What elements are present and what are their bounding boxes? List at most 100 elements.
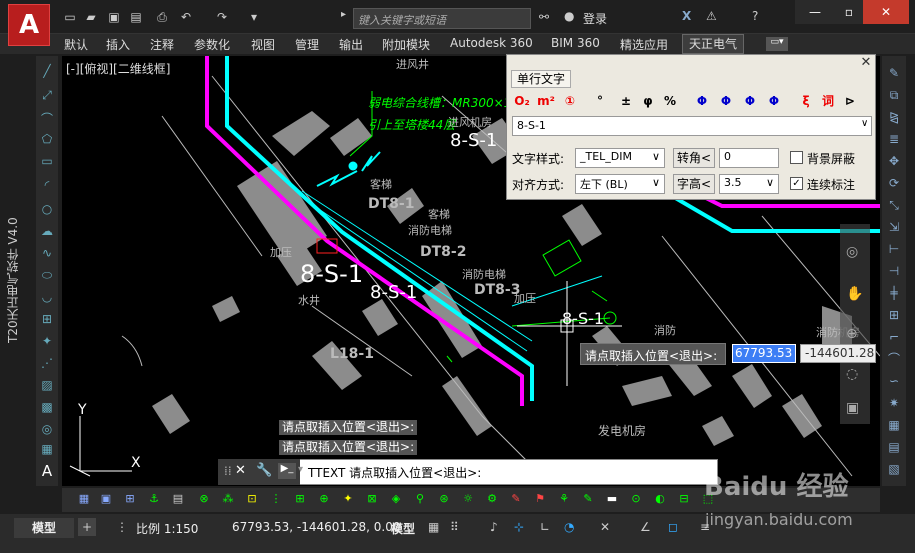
properties-icon[interactable]: ▤ xyxy=(884,438,904,456)
make-block-icon[interactable]: ✦ xyxy=(38,332,56,350)
trim-icon[interactable]: ⊢ xyxy=(884,240,904,258)
symbol-steel-4[interactable]: Φ xyxy=(765,93,783,109)
command-input[interactable]: TTEXT 请点取插入位置<退出>: xyxy=(308,464,481,481)
model-space-toggle[interactable]: 模型 xyxy=(391,520,415,537)
toolbar-icon[interactable]: ◈ xyxy=(388,491,404,507)
minimize-button[interactable]: — xyxy=(795,0,835,24)
polar-icon[interactable]: ◔ xyxy=(564,520,574,534)
rectangle-icon[interactable]: ▭ xyxy=(38,152,56,170)
tab-annotate[interactable]: 注释 xyxy=(150,36,174,53)
scale-selector[interactable]: 比例 1:150 xyxy=(136,520,198,537)
app-menu-button[interactable]: A xyxy=(8,4,50,46)
polyline-icon[interactable]: ⌒ xyxy=(38,110,56,128)
pick-text-icon[interactable]: ⊳ xyxy=(841,93,859,109)
arc-icon[interactable]: ◜ xyxy=(38,176,56,194)
binoculars-icon[interactable]: ⚯ xyxy=(539,10,549,24)
circle-icon[interactable]: ○ xyxy=(38,200,56,218)
toolbar-icon[interactable]: ⚑ xyxy=(532,491,548,507)
toolbar-icon[interactable]: ⚓ xyxy=(146,491,162,507)
toolbar-icon[interactable]: ▣ xyxy=(98,491,114,507)
ellipse-arc-icon[interactable]: ◡ xyxy=(38,288,56,306)
chamfer-icon[interactable]: ⌐ xyxy=(884,328,904,346)
viewport-controls[interactable]: [-][俯视][二维线框] xyxy=(66,60,170,77)
chevron-down-icon[interactable]: ∨ xyxy=(861,118,868,129)
orbit-icon[interactable]: ◌ xyxy=(846,366,858,382)
osnap-track-icon[interactable]: ∠ xyxy=(640,520,651,534)
tab-autodesk360[interactable]: Autodesk 360 xyxy=(450,36,533,50)
hatch-icon[interactable]: ▨ xyxy=(38,376,56,394)
user-icon[interactable]: ● xyxy=(564,9,574,23)
login-button[interactable]: 登录 xyxy=(583,10,607,27)
tab-parametric[interactable]: 参数化 xyxy=(194,36,230,53)
add-layout-button[interactable]: + xyxy=(78,518,96,536)
symbol-circled-1[interactable]: ① xyxy=(561,93,579,109)
tab-addins[interactable]: 附加模块 xyxy=(382,36,430,53)
match-icon[interactable]: ▧ xyxy=(884,460,904,478)
toolbar-icon[interactable]: ⊗ xyxy=(196,491,212,507)
symbol-steel-2[interactable]: Φ xyxy=(717,93,735,109)
toolbar-icon[interactable]: ⊕ xyxy=(316,491,332,507)
explode-icon[interactable]: ✷ xyxy=(884,394,904,412)
toolbar-icon[interactable]: ⊞ xyxy=(122,491,138,507)
scale-icon[interactable]: ⤡ xyxy=(884,196,904,214)
close-button[interactable]: ✕ xyxy=(863,0,909,24)
save-icon[interactable]: ▣ xyxy=(106,9,122,25)
region-icon[interactable]: ◎ xyxy=(38,420,56,438)
close-icon[interactable]: ✕ xyxy=(235,463,246,478)
table-icon[interactable]: ▦ xyxy=(38,440,56,458)
qat-dropdown-icon[interactable]: ▾ xyxy=(246,9,262,25)
bg-mask-checkbox[interactable] xyxy=(790,151,803,164)
polygon-icon[interactable]: ⬠ xyxy=(38,130,56,148)
stretch-icon[interactable]: ⇲ xyxy=(884,218,904,236)
array-icon[interactable]: ▦ xyxy=(884,416,904,434)
toolbar-icon[interactable]: ⊛ xyxy=(436,491,452,507)
fillet-icon[interactable]: ⌒ xyxy=(884,350,904,368)
exchange-icon[interactable]: X xyxy=(682,9,691,23)
ortho-icon[interactable]: ∟ xyxy=(540,520,550,534)
toolbar-icon[interactable]: ☼ xyxy=(460,491,476,507)
toolbar-icon[interactable]: ✦ xyxy=(340,491,356,507)
tab-bim360[interactable]: BIM 360 xyxy=(551,36,600,50)
join-icon[interactable]: ⊞ xyxy=(884,306,904,324)
chevron-down-icon[interactable]: ▾ xyxy=(298,464,303,475)
insert-block-icon[interactable]: ⊞ xyxy=(38,310,56,328)
tab-featured-apps[interactable]: 精选应用 xyxy=(620,36,668,53)
symbol-plus-minus[interactable]: ± xyxy=(617,93,635,109)
text-content-field[interactable]: 8-S-1 xyxy=(512,116,872,136)
zoom-icon[interactable]: ⊕ xyxy=(846,326,858,342)
angle-input[interactable]: 0 xyxy=(719,148,779,168)
toolbar-icon[interactable]: ⊞ xyxy=(292,491,308,507)
extend-icon[interactable]: ⊣ xyxy=(884,262,904,280)
toolbar-icon[interactable]: ✎ xyxy=(508,491,524,507)
symbol-special[interactable]: ξ xyxy=(797,93,815,109)
gradient-icon[interactable]: ▩ xyxy=(38,398,56,416)
undo-icon[interactable]: ↶ xyxy=(178,9,194,25)
toolbar-icon[interactable]: ⚲ xyxy=(412,491,428,507)
grip-icon[interactable]: ⁞⁞ xyxy=(224,464,232,478)
ribbon-toggle-icon[interactable]: ▭▾ xyxy=(766,37,788,51)
offset-icon[interactable]: ≣ xyxy=(884,130,904,148)
open-folder-icon[interactable]: ▰ xyxy=(83,9,99,25)
move-icon[interactable]: ✥ xyxy=(884,152,904,170)
save-as-icon[interactable]: ▤ xyxy=(128,9,144,25)
dynamic-input-icon[interactable]: ⊹ xyxy=(514,520,524,534)
infer-icon[interactable]: ♪ xyxy=(490,520,498,534)
symbol-steel-1[interactable]: Φ xyxy=(693,93,711,109)
toolbar-icon[interactable]: ⁂ xyxy=(220,491,236,507)
toolbar-icon[interactable]: ▦ xyxy=(76,491,92,507)
mirror-icon[interactable]: ⧎ xyxy=(884,108,904,126)
symbol-percent[interactable]: % xyxy=(661,93,679,109)
tab-model[interactable]: 模型 xyxy=(14,518,74,538)
new-file-icon[interactable]: ▭ xyxy=(62,9,78,25)
layout-menu-icon[interactable]: ⋮ xyxy=(116,520,128,534)
point-icon[interactable]: ⋰ xyxy=(38,354,56,372)
toolbar-icon[interactable]: ⚙ xyxy=(484,491,500,507)
toolbar-icon[interactable]: ⊡ xyxy=(244,491,260,507)
toolbar-icon[interactable]: ◐ xyxy=(652,491,668,507)
height-button[interactable]: 字高< xyxy=(673,174,715,194)
symbol-phi[interactable]: φ xyxy=(639,93,657,109)
break-icon[interactable]: ╪ xyxy=(884,284,904,302)
toolbar-icon[interactable]: ▬ xyxy=(604,491,620,507)
print-icon[interactable]: ⎙ xyxy=(154,9,170,25)
connect-icon[interactable]: ⚠ xyxy=(706,9,717,23)
